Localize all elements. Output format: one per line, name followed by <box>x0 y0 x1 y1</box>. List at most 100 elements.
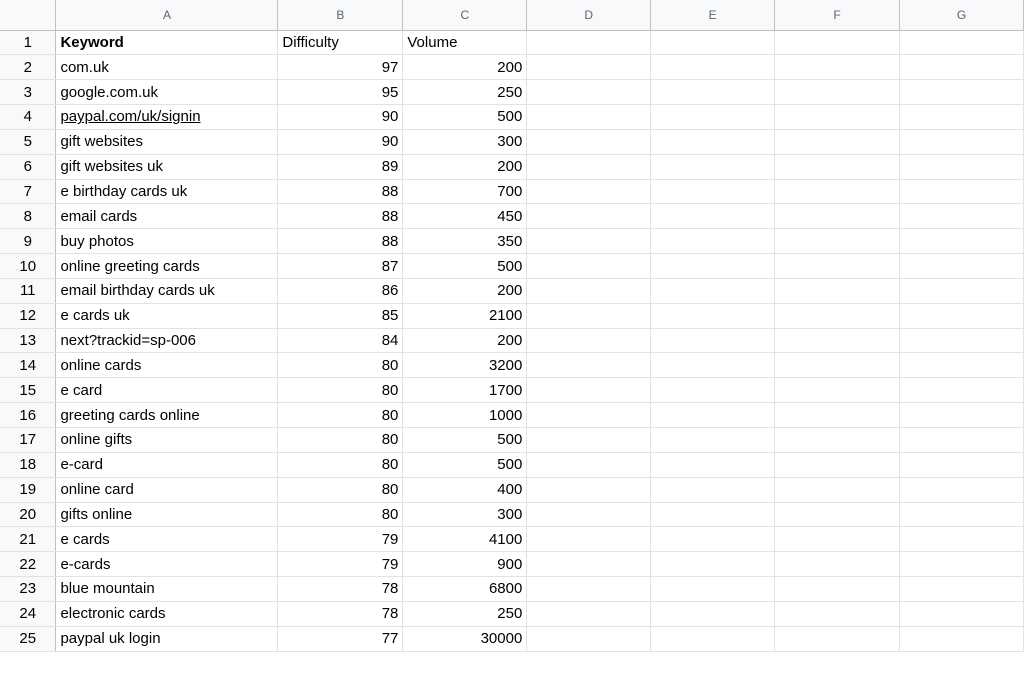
empty-cell[interactable] <box>899 54 1024 81</box>
empty-cell[interactable] <box>650 303 776 329</box>
column-header-d[interactable]: D <box>526 0 652 31</box>
difficulty-header-cell[interactable]: Difficulty <box>277 30 404 56</box>
row-number[interactable]: 17 <box>0 427 57 453</box>
volume-cell[interactable]: 1700 <box>402 377 528 404</box>
keyword-cell[interactable]: greeting cards online <box>55 402 279 428</box>
keyword-cell[interactable]: google.com.uk <box>55 79 279 106</box>
empty-cell[interactable] <box>526 626 652 652</box>
difficulty-cell[interactable]: 86 <box>277 278 404 304</box>
volume-cell[interactable]: 6800 <box>402 576 528 602</box>
empty-cell[interactable] <box>774 179 901 205</box>
volume-cell[interactable]: 200 <box>402 154 528 180</box>
empty-cell[interactable] <box>899 30 1024 56</box>
difficulty-cell[interactable]: 88 <box>277 228 404 255</box>
difficulty-cell[interactable]: 79 <box>277 526 404 553</box>
empty-cell[interactable] <box>526 278 652 304</box>
empty-cell[interactable] <box>650 154 776 180</box>
empty-cell[interactable] <box>526 104 652 130</box>
empty-cell[interactable] <box>774 576 901 602</box>
keyword-cell[interactable]: e-card <box>55 452 279 478</box>
empty-cell[interactable] <box>526 427 652 453</box>
difficulty-cell[interactable]: 84 <box>277 328 404 354</box>
empty-cell[interactable] <box>650 576 776 602</box>
empty-cell[interactable] <box>774 551 901 578</box>
keyword-link-cell[interactable]: paypal.com/uk/signin <box>55 104 279 130</box>
empty-cell[interactable] <box>526 601 652 627</box>
column-header-c[interactable]: C <box>402 0 528 31</box>
empty-cell[interactable] <box>650 477 776 503</box>
empty-cell[interactable] <box>774 303 901 329</box>
volume-cell[interactable]: 30000 <box>402 626 528 652</box>
empty-cell[interactable] <box>526 30 652 56</box>
row-number[interactable]: 3 <box>0 79 57 106</box>
row-number[interactable]: 24 <box>0 601 57 627</box>
row-number[interactable]: 10 <box>0 253 57 279</box>
row-number[interactable]: 14 <box>0 352 57 379</box>
volume-cell[interactable]: 300 <box>402 502 528 528</box>
volume-cell[interactable]: 500 <box>402 104 528 130</box>
keyword-cell[interactable]: e cards <box>55 526 279 553</box>
volume-cell[interactable]: 200 <box>402 328 528 354</box>
empty-cell[interactable] <box>650 179 776 205</box>
empty-cell[interactable] <box>899 427 1024 453</box>
row-number[interactable]: 2 <box>0 54 57 81</box>
empty-cell[interactable] <box>774 129 901 155</box>
empty-cell[interactable] <box>526 129 652 155</box>
empty-cell[interactable] <box>899 203 1024 230</box>
difficulty-cell[interactable]: 90 <box>277 104 404 130</box>
empty-cell[interactable] <box>899 129 1024 155</box>
keyword-cell[interactable]: blue mountain <box>55 576 279 602</box>
keyword-cell[interactable]: e card <box>55 377 279 404</box>
empty-cell[interactable] <box>526 551 652 578</box>
row-number[interactable]: 8 <box>0 203 57 230</box>
empty-cell[interactable] <box>650 228 776 255</box>
keyword-header-cell[interactable]: Keyword <box>55 30 279 56</box>
empty-cell[interactable] <box>526 502 652 528</box>
empty-cell[interactable] <box>650 601 776 627</box>
volume-cell[interactable]: 200 <box>402 54 528 81</box>
empty-cell[interactable] <box>774 328 901 354</box>
column-header-e[interactable]: E <box>650 0 776 31</box>
row-number[interactable]: 15 <box>0 377 57 404</box>
column-header-a[interactable]: A <box>55 0 279 31</box>
column-header-g[interactable]: G <box>899 0 1024 31</box>
volume-cell[interactable]: 400 <box>402 477 528 503</box>
keyword-cell[interactable]: com.uk <box>55 54 279 81</box>
keyword-cell[interactable]: online cards <box>55 352 279 379</box>
keyword-cell[interactable]: gift websites uk <box>55 154 279 180</box>
empty-cell[interactable] <box>650 104 776 130</box>
empty-cell[interactable] <box>774 352 901 379</box>
difficulty-cell[interactable]: 80 <box>277 402 404 428</box>
empty-cell[interactable] <box>650 377 776 404</box>
difficulty-cell[interactable]: 88 <box>277 203 404 230</box>
empty-cell[interactable] <box>526 377 652 404</box>
keyword-cell[interactable]: gift websites <box>55 129 279 155</box>
empty-cell[interactable] <box>899 104 1024 130</box>
row-number[interactable]: 11 <box>0 278 57 304</box>
empty-cell[interactable] <box>650 79 776 106</box>
row-number[interactable]: 25 <box>0 626 57 652</box>
volume-cell[interactable]: 300 <box>402 129 528 155</box>
empty-cell[interactable] <box>899 79 1024 106</box>
difficulty-cell[interactable]: 80 <box>277 477 404 503</box>
select-all-corner[interactable] <box>0 0 57 31</box>
empty-cell[interactable] <box>774 154 901 180</box>
empty-cell[interactable] <box>899 477 1024 503</box>
empty-cell[interactable] <box>526 54 652 81</box>
empty-cell[interactable] <box>774 30 901 56</box>
empty-cell[interactable] <box>899 377 1024 404</box>
empty-cell[interactable] <box>650 452 776 478</box>
difficulty-cell[interactable]: 95 <box>277 79 404 106</box>
volume-cell[interactable]: 900 <box>402 551 528 578</box>
empty-cell[interactable] <box>650 278 776 304</box>
difficulty-cell[interactable]: 79 <box>277 551 404 578</box>
row-number[interactable]: 21 <box>0 526 57 553</box>
empty-cell[interactable] <box>526 402 652 428</box>
empty-cell[interactable] <box>899 253 1024 279</box>
empty-cell[interactable] <box>650 129 776 155</box>
keyword-cell[interactable]: online gifts <box>55 427 279 453</box>
empty-cell[interactable] <box>899 526 1024 553</box>
keyword-cell[interactable]: paypal uk login <box>55 626 279 652</box>
row-number[interactable]: 1 <box>0 30 57 56</box>
empty-cell[interactable] <box>774 626 901 652</box>
